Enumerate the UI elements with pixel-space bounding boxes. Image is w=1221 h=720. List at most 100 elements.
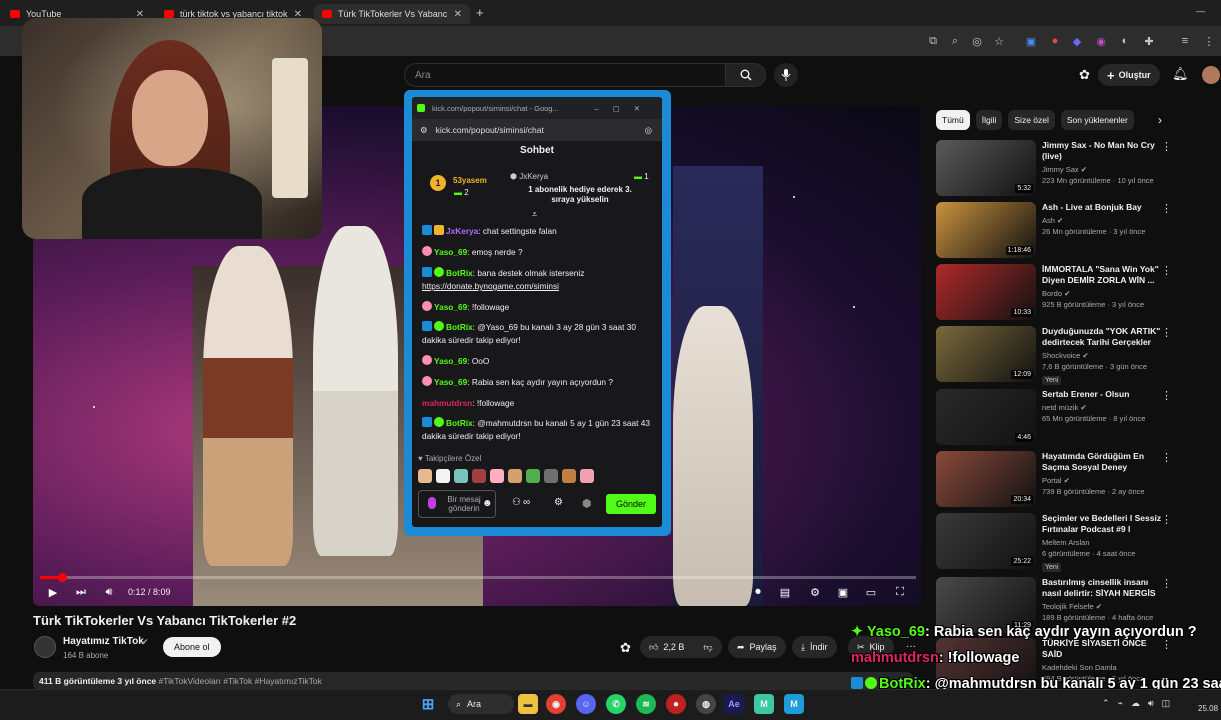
chat-username[interactable]: JxKerya <box>446 226 478 236</box>
description-tags[interactable]: #TikTokVideoları #TikTok #HayatımızTikTo… <box>159 676 322 686</box>
user-avatar[interactable] <box>1202 66 1220 84</box>
emote-icon[interactable] <box>562 469 576 483</box>
share-button[interactable]: ➦ Paylaş <box>728 636 786 658</box>
emote-icon[interactable] <box>508 469 522 483</box>
more-options-icon[interactable]: ⋮ <box>1161 513 1172 526</box>
app-icon[interactable]: M <box>754 694 774 714</box>
next-video-icon[interactable]: ⏭ <box>74 585 88 599</box>
video-progress-bar[interactable] <box>40 576 916 579</box>
chat-username[interactable]: BotRix <box>446 268 473 278</box>
chat-settings-gear-icon[interactable]: ⚙ <box>554 497 563 508</box>
emote-icon[interactable] <box>472 469 486 483</box>
chat-username[interactable]: BotRix <box>446 322 473 332</box>
recommendation-item[interactable]: 20:34 Hayatımda Gördüğüm En Saçma Sosyal… <box>936 451 1172 511</box>
recommendation-channel[interactable]: Bordo ✔ <box>1042 289 1168 298</box>
more-options-icon[interactable]: ⋮ <box>1161 202 1172 215</box>
media-player-icon[interactable]: ⏺ <box>666 694 686 714</box>
emote-icon[interactable] <box>526 469 540 483</box>
emote-icon[interactable] <box>436 469 450 483</box>
file-explorer-icon[interactable]: ▬ <box>518 694 538 714</box>
recommendation-item[interactable]: 5:32 Jimmy Sax - No Man No Cry (live) Ji… <box>936 140 1172 200</box>
recommendation-item[interactable]: 1:18:46 Ash - Live at Bonjuk Bay Ash ✔ 2… <box>936 202 1172 262</box>
like-button[interactable]: 👍︎ 2,2 B 👎︎ <box>640 636 722 658</box>
extension-icon[interactable]: ● <box>1046 32 1064 50</box>
minimize-button[interactable]: — <box>1196 6 1205 16</box>
emote-icon[interactable] <box>544 469 558 483</box>
obs-icon[interactable]: ◍ <box>696 694 716 714</box>
search-input[interactable]: Ara <box>404 63 726 87</box>
windows-start-icon[interactable]: ⊞ <box>418 694 438 714</box>
extensions-puzzle-icon[interactable]: ✚ <box>1140 32 1158 50</box>
video-thumbnail[interactable]: 4:46 <box>936 389 1036 445</box>
miniplayer-icon[interactable]: ▣ <box>836 585 850 599</box>
emote-icon[interactable] <box>490 469 504 483</box>
search-button[interactable] <box>726 63 766 87</box>
recommendation-title[interactable]: Sertab Erener - Olsun <box>1042 389 1168 400</box>
shield-icon[interactable]: ⬢ <box>582 497 592 510</box>
hide-eye-icon[interactable]: ◎ <box>645 125 662 136</box>
chip-all[interactable]: Tümü <box>936 110 970 130</box>
emote-icon[interactable] <box>418 469 432 483</box>
recommendation-title[interactable]: Hayatımda Gördüğüm En Saçma Sosyal Deney <box>1042 451 1168 473</box>
system-tray-icons[interactable]: ⌃⌁☁🔊︎◫ <box>1102 698 1178 709</box>
taskbar-search[interactable]: ⌕ Ara <box>448 694 514 714</box>
microphone-icon[interactable] <box>428 497 436 509</box>
chip-related[interactable]: İlgili <box>975 110 1003 130</box>
app-icon[interactable]: M <box>784 694 804 714</box>
recommendation-item[interactable]: 10:33 İMMORTALA "Sana Win Yok" Diyen DEM… <box>936 264 1172 324</box>
chevron-right-icon[interactable]: › <box>1158 113 1162 127</box>
gift-icon[interactable]: ✿ <box>1079 67 1090 83</box>
more-options-icon[interactable]: ⋮ <box>1161 577 1172 590</box>
recommendation-title[interactable]: Jimmy Sax - No Man No Cry (live) <box>1042 140 1168 162</box>
more-options-icon[interactable]: ⋮ <box>1161 264 1172 277</box>
new-tab-button[interactable]: + <box>476 5 484 20</box>
chip-for-you[interactable]: Size özel <box>1008 110 1055 130</box>
emote-icon[interactable] <box>580 469 594 483</box>
close-tab-icon[interactable]: ✕ <box>454 9 462 20</box>
gift-icon[interactable]: ✿ <box>620 640 631 656</box>
recommendation-item[interactable]: 25:22 Seçimler ve Bedelleri I Sessiz Fır… <box>936 513 1172 573</box>
more-options-icon[interactable]: ⋮ <box>1161 389 1172 402</box>
chat-username[interactable]: Yaso_69 <box>434 247 467 257</box>
theater-mode-icon[interactable]: ▭ <box>864 585 878 599</box>
chat-username[interactable]: BotRix <box>446 418 473 428</box>
subtitles-icon[interactable]: ▤ <box>778 585 792 599</box>
settings-gear-icon[interactable]: ⚙ <box>808 585 822 599</box>
more-options-icon[interactable]: ⋮ <box>1161 326 1172 339</box>
zoom-icon[interactable]: ⌕ <box>946 32 964 50</box>
video-scrubber-handle[interactable] <box>58 573 67 582</box>
chat-username[interactable]: Yaso_69 <box>434 302 467 312</box>
whatsapp-icon[interactable]: ✆ <box>606 694 626 714</box>
recommendation-channel[interactable]: Meltem Arslan <box>1042 538 1168 547</box>
recommendation-title[interactable]: Duyduğunuzda "YOK ARTIK" dedirtecek Tari… <box>1042 326 1168 348</box>
recommendation-item[interactable]: 12:09 Duyduğunuzda "YOK ARTIK" dedirtece… <box>936 326 1172 386</box>
recommendation-channel[interactable]: netd müzik ✔ <box>1042 403 1168 412</box>
translate-extension-icon[interactable]: ▣ <box>1022 32 1040 50</box>
recommendation-channel[interactable]: Jimmy Sax ✔ <box>1042 165 1168 174</box>
window-controls[interactable]: –▢✕ <box>594 104 662 113</box>
recommendation-title[interactable]: Seçimler ve Bedelleri I Sessiz Fırtınala… <box>1042 513 1168 535</box>
collapse-arrow-icon[interactable]: ⩡ <box>532 209 537 220</box>
hide-eye-icon[interactable]: ◎ <box>968 32 986 50</box>
search-bar[interactable]: Ara <box>404 63 766 87</box>
bookmark-star-icon[interactable]: ☆ <box>990 32 1008 50</box>
fullscreen-icon[interactable]: ⛶ <box>893 585 907 599</box>
recommendation-title[interactable]: Ash - Live at Bonjuk Bay <box>1042 202 1168 213</box>
chat-link[interactable]: https://donate.bynogame.com/siminsi <box>422 281 559 291</box>
emote-icon[interactable] <box>454 469 468 483</box>
create-button[interactable]: + Oluştur <box>1098 64 1160 86</box>
more-options-icon[interactable]: ⋮ <box>1161 140 1172 153</box>
chat-username[interactable]: Yaso_69 <box>434 377 467 387</box>
send-button[interactable]: Gönder <box>606 494 656 514</box>
emoji-icon[interactable]: ☻ <box>482 498 493 509</box>
chat-username[interactable]: mahmutdrsn <box>422 398 472 408</box>
recommendation-channel[interactable]: Ash ✔ <box>1042 216 1168 225</box>
channel-avatar[interactable] <box>34 636 56 658</box>
download-button[interactable]: ⤓ İndir <box>792 636 837 658</box>
spotify-icon[interactable]: ≋ <box>636 694 656 714</box>
browser-tab-video[interactable]: Türk TikTokerler Vs Yabancı Tikt ✕ <box>314 4 470 24</box>
chrome-icon[interactable]: ◉ <box>546 694 566 714</box>
channel-name[interactable]: Hayatımız TikTok <box>63 636 144 647</box>
recommendation-item[interactable]: 4:46 Sertab Erener - Olsun netd müzik ✔ … <box>936 389 1172 449</box>
play-icon[interactable]: ▶ <box>46 585 60 599</box>
